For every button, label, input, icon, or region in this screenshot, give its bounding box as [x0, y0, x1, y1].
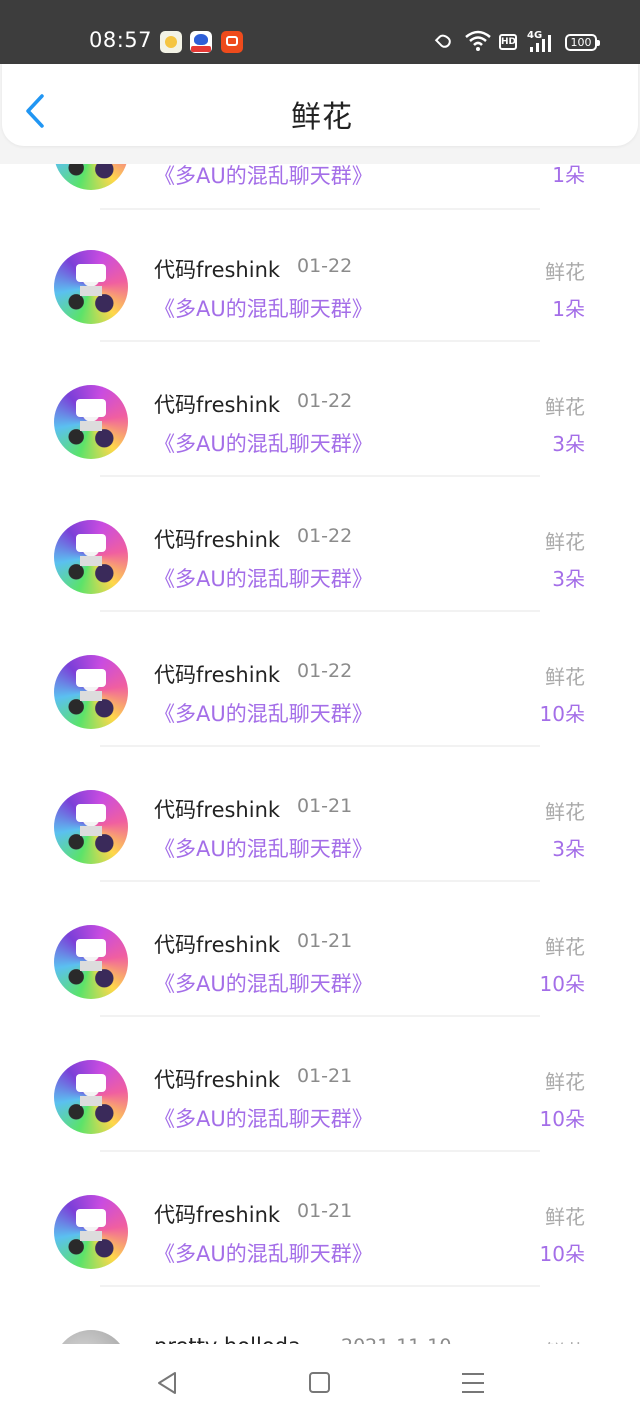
avatar[interactable]: [54, 655, 128, 729]
user-name[interactable]: 代码freshink: [154, 1199, 280, 1229]
list-item[interactable]: 代码freshink 01-22 《多AU的混乱聊天群》 鲜花 1朵: [0, 214, 640, 349]
group-link[interactable]: 《多AU的混乱聊天群》: [154, 698, 373, 728]
drop-icon: [434, 31, 454, 51]
gift-type: 鲜花: [545, 1205, 585, 1229]
list-item[interactable]: 《多AU的混乱聊天群》 1朵: [0, 164, 640, 210]
divider: [100, 1150, 540, 1152]
user-name[interactable]: 代码freshink: [154, 929, 280, 959]
flower-count: 1朵: [552, 164, 585, 187]
user-name[interactable]: 代码freshink: [154, 794, 280, 824]
avatar[interactable]: [54, 1195, 128, 1269]
user-name[interactable]: 代码freshink: [154, 254, 280, 284]
user-name[interactable]: 代码freshink: [154, 389, 280, 419]
user-name[interactable]: 代码freshink: [154, 524, 280, 554]
group-link[interactable]: 《多AU的混乱聊天群》: [154, 833, 373, 863]
avatar[interactable]: [54, 250, 128, 324]
gift-type: 鲜花: [545, 935, 585, 959]
flower-count: 10朵: [539, 702, 585, 726]
flower-count: 10朵: [539, 1107, 585, 1131]
app-header: 鲜花: [0, 64, 640, 164]
gift-type: 鲜花: [545, 665, 585, 689]
divider: [100, 1285, 540, 1287]
group-link[interactable]: 《多AU的混乱聊天群》: [154, 1238, 373, 1268]
list-item[interactable]: 代码freshink 01-21 《多AU的混乱聊天群》 鲜花 10朵: [0, 1159, 640, 1294]
record-date: 2021-11-10: [341, 1335, 451, 1344]
gift-type: 鲜花: [545, 260, 585, 284]
record-date: 01-22: [297, 525, 353, 547]
user-name[interactable]: 代码freshink: [154, 659, 280, 689]
list-item[interactable]: 代码freshink 01-22 《多AU的混乱聊天群》 鲜花 3朵: [0, 484, 640, 619]
flower-count: 3朵: [552, 432, 585, 456]
flower-record-list: 《多AU的混乱聊天群》 1朵 代码freshink 01-22 《多AU的混乱聊…: [0, 164, 640, 1344]
gift-type: 鲜花: [545, 395, 585, 419]
flower-count: 3朵: [552, 837, 585, 861]
user-name[interactable]: pretty holloda ...: [154, 1334, 328, 1344]
page-title: 鲜花: [291, 100, 353, 135]
gift-type: 鲜花: [545, 1070, 585, 1094]
group-link[interactable]: 《多AU的混乱聊天群》: [154, 563, 373, 593]
list-item[interactable]: 代码freshink 01-21 《多AU的混乱聊天群》 鲜花 3朵: [0, 754, 640, 889]
divider: [100, 340, 540, 342]
avatar[interactable]: [54, 1060, 128, 1134]
record-date: 01-22: [297, 660, 353, 682]
flower-count: 3朵: [552, 567, 585, 591]
wifi-icon: [465, 30, 491, 51]
app-icon-1: [160, 31, 182, 53]
gift-type: 鲜花: [545, 1336, 585, 1344]
record-date: 01-21: [297, 1065, 353, 1087]
flower-count: 10朵: [539, 972, 585, 996]
user-name[interactable]: 代码freshink: [154, 1064, 280, 1094]
divider: [100, 1015, 540, 1017]
group-link[interactable]: 《多AU的混乱聊天群》: [154, 968, 373, 998]
divider: [100, 880, 540, 882]
list-item[interactable]: 代码freshink 01-21 《多AU的混乱聊天群》 鲜花 10朵: [0, 1024, 640, 1159]
triangle-back-icon[interactable]: [156, 1371, 178, 1395]
battery-icon: 100: [565, 34, 600, 51]
system-nav-bar: [0, 1344, 640, 1422]
gift-type: 鲜花: [545, 530, 585, 554]
baidu-icon: [190, 31, 212, 53]
flower-count: 1朵: [552, 297, 585, 321]
flower-count: 10朵: [539, 1242, 585, 1266]
avatar[interactable]: [54, 385, 128, 459]
battery-level: 100: [570, 36, 592, 49]
record-date: 01-21: [297, 795, 353, 817]
divider: [100, 475, 540, 477]
avatar[interactable]: [54, 790, 128, 864]
header-card: 鲜花: [2, 64, 638, 146]
list-item[interactable]: 代码freshink 01-21 《多AU的混乱聊天群》 鲜花 10朵: [0, 889, 640, 1024]
avatar[interactable]: [54, 925, 128, 999]
square-home-icon[interactable]: [309, 1372, 330, 1393]
avatar[interactable]: [54, 1330, 128, 1344]
list-item[interactable]: pretty holloda ... 2021-11-10 鲜花: [0, 1294, 640, 1344]
record-date: 01-21: [297, 930, 353, 952]
avatar[interactable]: [54, 520, 128, 594]
taobao-icon: [221, 31, 243, 53]
record-date: 01-22: [297, 255, 353, 277]
avatar[interactable]: [54, 164, 128, 190]
list-item[interactable]: 代码freshink 01-22 《多AU的混乱聊天群》 鲜花 10朵: [0, 619, 640, 754]
status-time: 08:57: [89, 28, 153, 52]
divider: [100, 208, 540, 210]
divider: [100, 745, 540, 747]
group-link[interactable]: 《多AU的混乱聊天群》: [154, 1103, 373, 1133]
divider: [100, 610, 540, 612]
group-link[interactable]: 《多AU的混乱聊天群》: [154, 164, 373, 190]
menu-lines-icon[interactable]: [462, 1372, 484, 1394]
group-link[interactable]: 《多AU的混乱聊天群》: [154, 293, 373, 323]
group-link[interactable]: 《多AU的混乱聊天群》: [154, 428, 373, 458]
record-date: 01-21: [297, 1200, 353, 1222]
signal-icon: [530, 34, 556, 52]
list-item[interactable]: 代码freshink 01-22 《多AU的混乱聊天群》 鲜花 3朵: [0, 349, 640, 484]
gift-type: 鲜花: [545, 800, 585, 824]
hd-icon: HD: [499, 34, 517, 50]
record-date: 01-22: [297, 390, 353, 412]
status-bar: 08:57 HD 4G 100: [0, 0, 640, 64]
